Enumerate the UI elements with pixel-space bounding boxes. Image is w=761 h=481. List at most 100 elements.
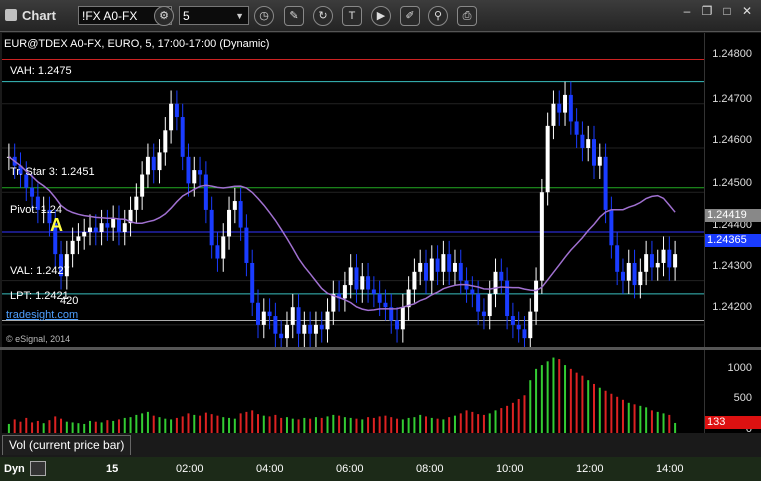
candle-body (215, 245, 220, 259)
candle-body (620, 271, 625, 281)
volume-bar (146, 411, 149, 433)
candle-body (354, 267, 359, 290)
volume-bar (123, 417, 126, 433)
cursor-sync-icon[interactable]: ⚙ (154, 6, 174, 26)
candle-body (371, 289, 376, 294)
volume-bar (494, 410, 497, 433)
volume-bar (36, 420, 39, 433)
volume-bar (604, 390, 607, 433)
candle-body (586, 139, 591, 148)
chevron-down-icon[interactable]: ▼ (235, 7, 244, 26)
volume-bar (482, 414, 485, 433)
volume-bar (645, 407, 648, 433)
volume-bar (280, 417, 283, 433)
volume-bar (262, 415, 265, 433)
close-icon[interactable]: ✕ (739, 3, 755, 19)
candle-body (325, 311, 330, 330)
text-tool-icon[interactable]: T (342, 6, 362, 26)
minimize-icon[interactable]: – (679, 3, 695, 19)
volume-bar (500, 408, 503, 433)
candle-body (302, 324, 307, 334)
volume-bar (581, 375, 584, 433)
price-axis[interactable]: 1.24800 1.24700 1.24600 1.24500 1.24400 … (704, 33, 761, 347)
candle-body (134, 196, 139, 210)
volume-bar (117, 419, 120, 433)
volume-bar (546, 361, 549, 433)
candle-body (105, 223, 110, 228)
volume-bar (100, 422, 103, 433)
candle-body (452, 262, 457, 272)
volume-bar (569, 368, 572, 433)
candle-body (273, 316, 278, 334)
maximize-icon[interactable]: □ (719, 3, 735, 19)
time-tick: 10:00 (496, 463, 524, 475)
candle-body (279, 333, 284, 339)
volume-axis[interactable]: 1000 500 0 133 (704, 350, 761, 435)
candle-body (290, 307, 295, 325)
volume-study-tab[interactable]: Vol (current price bar) (2, 435, 132, 455)
volume-bar (598, 387, 601, 433)
print-icon[interactable]: ⎙ (457, 6, 477, 26)
volume-marker: 133 (705, 416, 761, 429)
volume-bar (390, 417, 393, 433)
link-icon[interactable]: ⚲ (428, 6, 448, 26)
candle-body (319, 324, 324, 330)
price-chart-svg (2, 59, 704, 352)
candle-body (493, 271, 498, 294)
volume-bar (141, 413, 144, 433)
candle-body (395, 320, 400, 330)
volume-bar (83, 423, 86, 433)
candle-body (366, 276, 371, 290)
volume-bar (257, 414, 259, 433)
volume-bar (419, 414, 422, 433)
volume-bar (633, 404, 636, 433)
play-icon[interactable]: ▶ (371, 6, 391, 26)
time-axis[interactable]: Dyn 15 02:00 04:00 06:00 08:00 10:00 12:… (0, 457, 761, 481)
volume-bar (650, 410, 653, 433)
branding-link[interactable]: tradesight.com (6, 309, 78, 321)
zoom-icon[interactable] (30, 461, 46, 476)
candle-body (140, 174, 145, 197)
candle-body (267, 311, 272, 317)
candle-body (615, 245, 620, 272)
volume-bar (401, 419, 404, 433)
volume-bar (54, 416, 57, 433)
volume-bar (239, 413, 242, 433)
volume-bar (60, 418, 63, 433)
candle-body (470, 289, 475, 294)
volume-bar (384, 415, 387, 433)
candle-body (192, 170, 197, 184)
volume-bar (245, 411, 248, 433)
volume-pane[interactable] (2, 350, 704, 433)
restore-icon[interactable]: ❐ (699, 3, 715, 19)
volume-bar (593, 383, 595, 433)
axis-mode-label[interactable]: Dyn (4, 463, 25, 475)
candle-body (626, 262, 631, 281)
candle-body (244, 227, 249, 263)
candle-body (348, 267, 353, 286)
edit-icon[interactable]: ✐ (400, 6, 420, 26)
volume-bar (187, 413, 190, 433)
volume-bar (407, 417, 410, 433)
volume-bar (106, 420, 109, 433)
candle-body (169, 103, 174, 131)
low-price-marker: 1.24365 (705, 234, 761, 247)
volume-bar (621, 399, 624, 433)
candle-body (116, 218, 121, 233)
interval-select[interactable]: 5 ▼ (179, 6, 249, 25)
price-chart[interactable]: EUR@TDEX A0-FX, EURO, 5, 17:00-17:00 (Dy… (2, 33, 704, 352)
volume-bar (517, 399, 520, 433)
volume-bar (338, 415, 341, 433)
candle-body (400, 307, 405, 330)
moving-average-line (8, 156, 676, 312)
clock-icon[interactable]: ◷ (254, 6, 274, 26)
pencil-icon[interactable]: ✎ (284, 6, 304, 26)
volume-bar (564, 365, 567, 433)
refresh-icon[interactable]: ↻ (313, 6, 333, 26)
candle-body (424, 262, 428, 281)
volume-bar (372, 417, 375, 433)
volume-tick: 500 (733, 392, 752, 404)
volume-bar (413, 417, 416, 433)
candle-body (88, 227, 92, 233)
time-tick: 12:00 (576, 463, 604, 475)
